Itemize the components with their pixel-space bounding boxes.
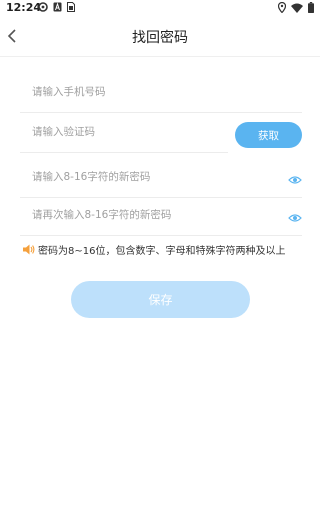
settings-icon: [38, 2, 48, 12]
page-title: 找回密码: [132, 30, 188, 46]
a-badge-icon: [53, 2, 62, 12]
speaker-icon: [23, 244, 35, 255]
code-field: [20, 118, 262, 153]
password-hint: 密码为8~16位，包含数字、字母和特殊字符两种及以上: [22, 242, 285, 257]
phone-input[interactable]: [32, 86, 262, 98]
password-field: [20, 163, 302, 198]
eye-icon[interactable]: [288, 211, 302, 225]
status-time: 12:24: [6, 1, 42, 14]
get-code-button[interactable]: 获取: [235, 122, 302, 148]
code-input[interactable]: [32, 126, 262, 138]
eye-icon[interactable]: [288, 173, 302, 187]
wifi-icon: [291, 3, 303, 13]
status-left-icons: [38, 2, 75, 12]
location-icon: [278, 2, 286, 13]
sim-icon: [67, 2, 75, 12]
save-button[interactable]: 保存: [71, 281, 250, 318]
password-hint-text: 密码为8~16位，包含数字、字母和特殊字符两种及以上: [38, 246, 286, 257]
nav-bar: 找回密码: [0, 18, 320, 57]
battery-icon: [308, 2, 314, 13]
confirm-password-input[interactable]: [32, 209, 262, 221]
phone-field: [20, 78, 302, 113]
confirm-password-field: [20, 201, 302, 236]
status-bar: 12:24: [0, 0, 320, 16]
password-input[interactable]: [32, 171, 262, 183]
status-right-icons: [278, 2, 314, 13]
